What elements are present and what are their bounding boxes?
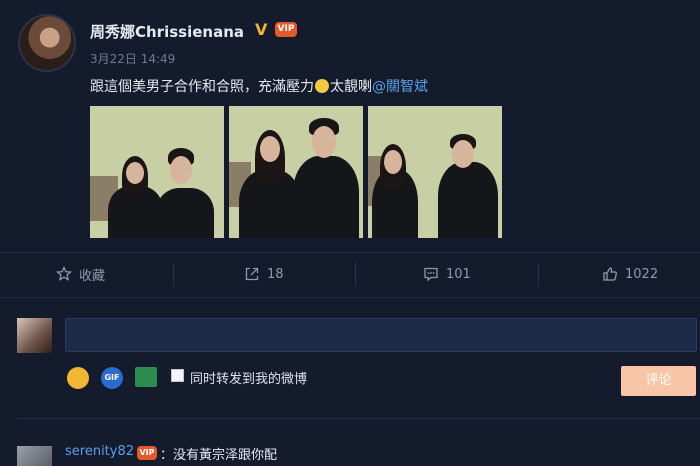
post-photo-3[interactable] bbox=[368, 106, 502, 238]
share-icon bbox=[245, 267, 259, 281]
sweat-smile-emoji-icon bbox=[315, 79, 329, 93]
favorite-button[interactable]: 收藏 bbox=[56, 264, 105, 284]
mention-link[interactable]: @關智斌 bbox=[372, 79, 428, 95]
separator bbox=[17, 418, 700, 419]
post-text-part-2: 太靚喇 bbox=[330, 79, 372, 95]
repost-count: 18 bbox=[267, 266, 284, 282]
author-avatar[interactable] bbox=[18, 14, 76, 72]
like-count: 1022 bbox=[625, 266, 659, 282]
favorite-label: 收藏 bbox=[79, 268, 106, 284]
comment-text: ：没有黃宗泽跟你配 bbox=[160, 448, 278, 463]
thumbs-up-icon bbox=[603, 267, 617, 281]
action-divider bbox=[355, 262, 356, 286]
image-upload-icon[interactable] bbox=[135, 367, 157, 387]
post-timestamp[interactable]: 3月22日 14:49 bbox=[90, 50, 175, 67]
action-divider bbox=[538, 262, 539, 286]
vip-badge-icon: VIP bbox=[275, 22, 297, 37]
emoji-picker-icon[interactable] bbox=[67, 367, 89, 389]
vip-badge-icon: VIP bbox=[137, 446, 157, 460]
forward-label: 同时转发到我的微博 bbox=[190, 372, 308, 387]
gif-picker-icon[interactable]: GIF bbox=[101, 367, 123, 389]
commenter-avatar[interactable] bbox=[17, 446, 52, 466]
submit-comment-button[interactable]: 评论 bbox=[621, 366, 696, 396]
post-photo-1[interactable] bbox=[90, 106, 224, 238]
post-photo-2[interactable] bbox=[229, 106, 363, 238]
forward-checkbox[interactable] bbox=[171, 369, 184, 382]
comment-icon bbox=[424, 267, 438, 282]
current-user-avatar bbox=[17, 318, 52, 353]
action-divider bbox=[173, 262, 174, 286]
comment-button[interactable]: 101 bbox=[423, 264, 471, 284]
repost-button[interactable]: 18 bbox=[244, 264, 284, 284]
verified-badge-icon: V bbox=[255, 20, 268, 39]
comment-count: 101 bbox=[446, 266, 471, 282]
post-text-part-1: 跟這個美男子合作和合照，充滿壓力 bbox=[90, 79, 314, 95]
post-text: 跟這個美男子合作和合照，充滿壓力 太靚喇@關智斌 bbox=[90, 76, 428, 96]
like-button[interactable]: 1022 bbox=[602, 264, 658, 284]
commenter-name[interactable]: serenity82 bbox=[65, 444, 134, 459]
star-icon bbox=[56, 266, 72, 281]
author-name[interactable]: 周秀娜Chrissienana bbox=[90, 21, 244, 42]
comment-input[interactable] bbox=[65, 318, 697, 352]
